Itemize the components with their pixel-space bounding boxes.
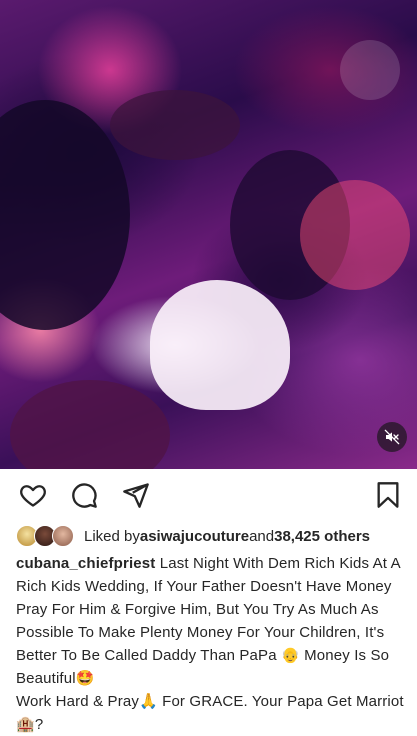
post-actions-bar — [0, 469, 417, 521]
caption-username[interactable]: cubana_chiefpriest — [16, 555, 155, 572]
speaker-muted-icon — [384, 429, 400, 445]
mute-button[interactable] — [377, 422, 407, 452]
post-caption: cubana_chiefpriest Last Night With Dem R… — [16, 552, 408, 736]
likes-prefix: Liked by — [84, 527, 140, 545]
caption-text: Last Night With Dem Rich Kids At A Rich … — [16, 555, 400, 687]
instagram-post: Liked by asiwajucouture and 38,425 other… — [0, 0, 417, 736]
crowd-silhouette — [110, 90, 240, 160]
likes-summary[interactable]: Liked by asiwajucouture and 38,425 other… — [16, 523, 370, 549]
caption-text-continued: Work Hard & Pray🙏 For GRACE. Your Papa G… — [16, 693, 404, 733]
comment-bubble-icon[interactable] — [70, 481, 98, 509]
likes-connector: and — [249, 527, 275, 545]
white-cap — [150, 280, 290, 410]
crowd-silhouette — [0, 100, 130, 330]
light-glow — [340, 40, 400, 100]
post-video[interactable] — [0, 0, 417, 469]
avatar — [52, 525, 74, 547]
heart-icon[interactable] — [19, 481, 47, 509]
paper-plane-icon[interactable] — [122, 481, 150, 509]
crowd-silhouette — [10, 380, 170, 469]
light-glow — [300, 180, 410, 290]
likes-others-count[interactable]: 38,425 others — [274, 528, 370, 545]
liker-avatars — [16, 525, 76, 547]
liked-by-username[interactable]: asiwajucouture — [140, 528, 249, 545]
bookmark-icon[interactable] — [374, 481, 402, 509]
